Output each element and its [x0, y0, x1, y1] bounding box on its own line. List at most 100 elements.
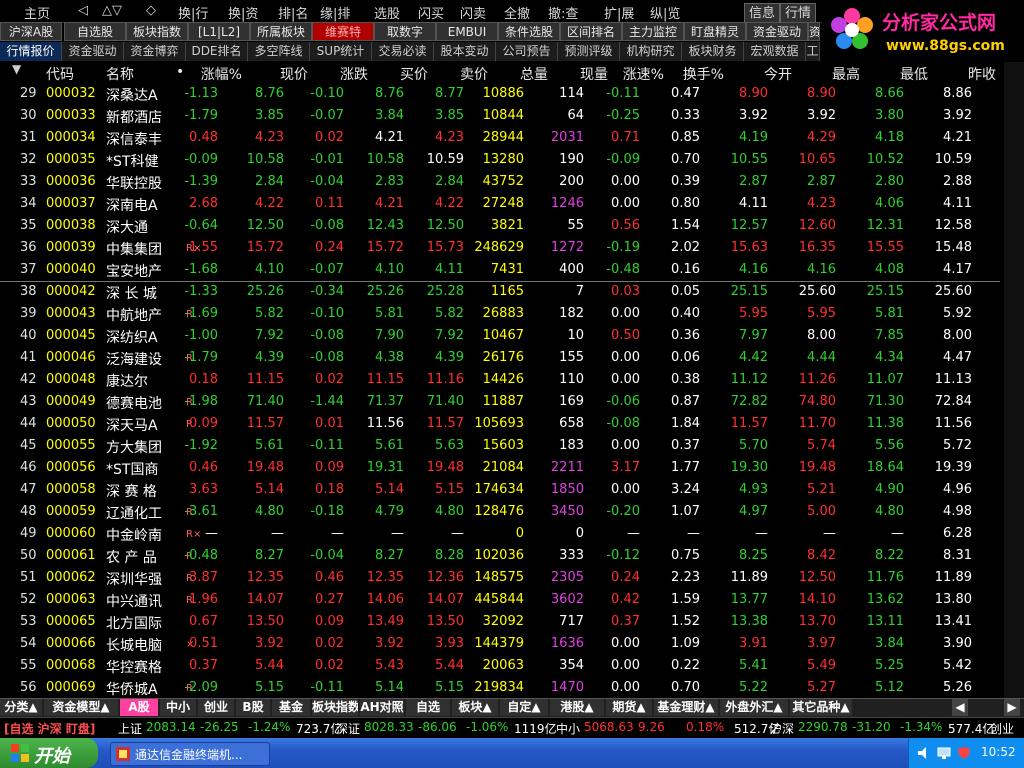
tab-secondary-2[interactable]: 资金博弈 — [124, 42, 186, 61]
ticker-index-label[interactable]: 深证 — [336, 720, 360, 737]
header-col-14[interactable]: 最低 — [900, 64, 928, 84]
header-col-13[interactable]: 最高 — [832, 64, 860, 84]
table-row[interactable]: 37 000040 宝安地产 -1.68 4.10 -0.07 4.10 4.11 7431 40… — [0, 260, 1000, 282]
tab-secondary-6[interactable]: 交易必读 — [372, 42, 434, 61]
table-row[interactable]: 56 000069 华侨城A R -2.09 5.15 -0.11 5.14 5.15 21983… — [0, 678, 1000, 700]
ticker-index-label[interactable]: 沪深 — [770, 720, 794, 737]
table-row[interactable]: 32 000035 *ST科健 -0.09 10.58 -0.01 10.58 10.59 13… — [0, 150, 1000, 172]
bottom-tab-5[interactable]: B股 — [236, 699, 270, 716]
header-col-3[interactable]: 涨幅% — [201, 64, 242, 84]
bottom-tab-7[interactable]: 板块指数 — [312, 699, 358, 716]
bottom-tab-6[interactable]: 基金 — [272, 699, 310, 716]
tab-primary-3[interactable]: [L1|L2] — [188, 22, 250, 41]
sort-toggle-icon[interactable]: ▼ — [12, 62, 21, 76]
menu-item-10[interactable]: 闪买 — [418, 3, 444, 22]
header-col-5[interactable]: 涨跌 — [340, 64, 368, 84]
ticker-index-label[interactable]: 中小 — [556, 720, 580, 737]
table-row[interactable]: 46 000056 *ST国商 0.46 19.48 0.09 19.31 19.48 2108… — [0, 458, 1000, 480]
tab-secondary-5[interactable]: SUP统计 — [310, 42, 372, 61]
menu-item-8[interactable]: 缘|排 — [320, 3, 350, 22]
tab-secondary-4[interactable]: 多空阵线 — [248, 42, 310, 61]
table-row[interactable]: 45 000055 方大集团 -1.92 5.61 -0.11 5.61 5.63 15603 1… — [0, 436, 1000, 458]
tab-primary-4[interactable]: 所属板块 — [250, 22, 312, 41]
tab-secondary-8[interactable]: 公司预告 — [496, 42, 558, 61]
bottom-tab-9[interactable]: 自选 — [406, 699, 450, 716]
tab-primary-2[interactable]: 板块指数 — [126, 22, 188, 41]
tab-primary-13[interactable]: 资 — [808, 22, 820, 41]
tab-primary-12[interactable]: 资金驱动 — [746, 22, 808, 41]
menu-item-7[interactable]: 排|名 — [278, 3, 308, 22]
menu-item-15[interactable]: 纵|览 — [650, 3, 680, 22]
header-col-8[interactable]: 总量 — [520, 64, 548, 84]
bottom-tab-3[interactable]: 中小 — [160, 699, 196, 716]
table-row[interactable]: 52 000063 中兴通讯 R 1.96 14.07 0.27 14.06 14.07 4458… — [0, 590, 1000, 612]
menu-item-5[interactable]: 换|行 — [178, 3, 208, 22]
header-col-4[interactable]: 现价 — [280, 64, 308, 84]
tab-primary-1[interactable]: 自选股 — [64, 22, 126, 41]
header-col-7[interactable]: 卖价 — [460, 64, 488, 84]
table-row[interactable]: 47 000058 深 赛 格 3.63 5.14 0.18 5.14 5.15 174634 1… — [0, 480, 1000, 502]
bottom-tab-14[interactable]: 基金理财▲ — [654, 699, 718, 716]
table-row[interactable]: 49 000060 中金岭南 R× — — — — —0 0— — — — —6.28 — [0, 524, 1000, 546]
start-button[interactable]: 开始 — [0, 738, 98, 768]
table-row[interactable]: 31 000034 深信泰丰 0.48 4.23 0.02 4.21 4.23 28944 203… — [0, 128, 1000, 150]
menu-item-1[interactable]: ◁ — [78, 3, 88, 18]
table-row[interactable]: 29 000032 深桑达A -1.13 8.76 -0.10 8.76 8.77 10886 1… — [0, 84, 1000, 106]
bottom-tab-12[interactable]: 港股▲ — [550, 699, 604, 716]
table-row[interactable]: 40 000045 深纺织A -1.00 7.92 -0.08 7.90 7.92 10467 1… — [0, 326, 1000, 348]
header-col-6[interactable]: 买价 — [400, 64, 428, 84]
tab-secondary-12[interactable]: 宏观数据 — [744, 42, 806, 61]
table-row[interactable]: 42 000048 康达尔 0.18 11.15 0.02 11.15 11.16 14426 1… — [0, 370, 1000, 392]
bottom-tab-8[interactable]: AH对照 — [360, 699, 404, 716]
menu-item-6[interactable]: 换|资 — [228, 3, 258, 22]
header-col-12[interactable]: 今开 — [764, 64, 792, 84]
header-col-11[interactable]: 换手% — [683, 64, 724, 84]
bottom-tab-10[interactable]: 板块▲ — [452, 699, 498, 716]
tab-primary-11[interactable]: 盯盘精灵 — [684, 22, 746, 41]
bottom-tab-1[interactable]: 资金模型▲ — [44, 699, 118, 716]
table-row[interactable]: 54 000066 长城电脑 × 0.51 3.92 0.02 3.92 3.93 144379 1… — [0, 634, 1000, 656]
tab-primary-7[interactable]: EMBUI — [436, 22, 498, 41]
tab-secondary-10[interactable]: 机构研究 — [620, 42, 682, 61]
tab-secondary-7[interactable]: 股本变动 — [434, 42, 496, 61]
table-row[interactable]: 55 000068 华控赛格 0.37 5.44 0.02 5.43 5.44 20063 354… — [0, 656, 1000, 678]
bottom-tab-13[interactable]: 期货▲ — [606, 699, 652, 716]
table-row[interactable]: 53 000065 北方国际 0.67 13.50 0.09 13.49 13.50 32092… — [0, 612, 1000, 634]
tab-secondary-9[interactable]: 预测评级 — [558, 42, 620, 61]
shield-icon[interactable] — [957, 746, 971, 760]
menu-item-4[interactable]: ◇ — [146, 3, 156, 18]
ticker-index-label[interactable]: 上证 — [118, 720, 142, 737]
scroll-left-icon[interactable]: ◀ — [952, 699, 968, 716]
table-row[interactable]: 33 000036 华联控股 -1.39 2.84 -0.04 2.83 2.84 43752 2… — [0, 172, 1000, 194]
header-col-1[interactable]: 名称 — [106, 64, 134, 84]
tab-primary-10[interactable]: 主力监控 — [622, 22, 684, 41]
bottom-tab-4[interactable]: 创业 — [198, 699, 234, 716]
table-row[interactable]: 51 000062 深圳华强 R 3.87 12.35 0.46 12.35 12.36 1485… — [0, 568, 1000, 590]
menu-item-13[interactable]: 撤:查 — [548, 3, 578, 22]
menu-item-12[interactable]: 全撤 — [504, 3, 530, 22]
bottom-tab-11[interactable]: 自定▲ — [500, 699, 548, 716]
table-row[interactable]: 35 000038 深大通 -0.64 12.50 -0.08 12.43 12.50 3821… — [0, 216, 1000, 238]
menu-item-2[interactable]: △ — [102, 3, 112, 18]
bottom-tab-15[interactable]: 外盘外汇▲ — [720, 699, 788, 716]
header-col-15[interactable]: 昨收 — [968, 64, 996, 84]
table-row[interactable]: 30 000033 新都酒店 -1.79 3.85 -0.07 3.84 3.85 10844 6… — [0, 106, 1000, 128]
table-row[interactable]: 38 000042 深 长 城 -1.33 25.26 -0.34 25.26 25.28 11… — [0, 282, 1000, 304]
tab-primary-5[interactable]: 维赛特 — [312, 22, 374, 41]
menu-item-9[interactable]: 选股 — [374, 3, 400, 22]
scroll-right-icon[interactable]: ▶ — [1004, 699, 1020, 716]
menu-item-3[interactable]: ▽ — [112, 3, 122, 18]
table-row[interactable]: 48 000059 辽通化工 R -3.61 4.80 -0.18 4.79 4.80 12847… — [0, 502, 1000, 524]
bottom-tab-0[interactable]: 分类▲ — [0, 699, 42, 716]
taskbar-app-button[interactable]: 通达信金融终端机... — [110, 742, 270, 766]
bottom-tab-2[interactable]: A股 — [120, 699, 158, 716]
table-row[interactable]: 36 000039 中集集团 R× 1.55 15.72 0.24 15.72 15.73 248… — [0, 238, 1000, 260]
tab-secondary-0[interactable]: 行情报价 — [0, 42, 62, 61]
table-row[interactable]: 41 000046 泛海建设 R -1.79 4.39 -0.08 4.38 4.39 26176… — [0, 348, 1000, 370]
table-row[interactable]: 34 000037 深南电A 2.68 4.22 0.11 4.21 4.22 27248 124… — [0, 194, 1000, 216]
header-col-10[interactable]: 涨速% — [623, 64, 664, 84]
speaker-icon[interactable] — [917, 746, 931, 760]
table-row[interactable]: 43 000049 德赛电池 R -1.98 71.40 -1.44 71.37 71.40 11… — [0, 392, 1000, 414]
menu-item-0[interactable]: 主页 — [24, 3, 50, 22]
tab-secondary-1[interactable]: 资金驱动 — [62, 42, 124, 61]
